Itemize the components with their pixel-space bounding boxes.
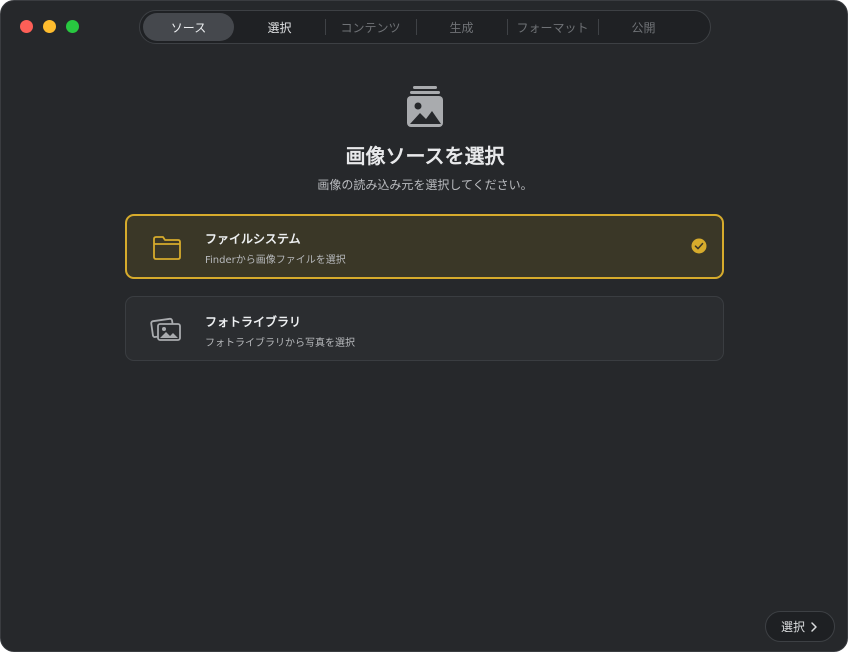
step-tab-bar: ソース 選択 コンテンツ 生成 フォーマット 公開: [139, 10, 711, 44]
photos-icon: [150, 317, 181, 341]
tab-select[interactable]: 選択: [234, 13, 325, 41]
chevron-right-icon: [811, 621, 817, 632]
select-button-label: 選択: [780, 620, 805, 634]
tab-format[interactable]: フォーマット: [507, 13, 598, 41]
photo-stack-icon: [407, 86, 443, 127]
close-window-button[interactable]: [20, 20, 33, 33]
page-subtitle: 画像の読み込み元を選択してください。: [317, 178, 533, 192]
checkmark-circle-icon: [691, 238, 707, 254]
folder-icon: [153, 236, 181, 260]
tab-content[interactable]: コンテンツ: [325, 13, 416, 41]
zoom-window-button[interactable]: [66, 20, 79, 33]
tab-publish[interactable]: 公開: [598, 13, 689, 41]
window-controls: [20, 20, 79, 33]
tab-source[interactable]: ソース: [143, 13, 234, 41]
tab-generate[interactable]: 生成: [416, 13, 507, 41]
option-title: ファイルシステム: [205, 232, 301, 246]
minimize-window-button[interactable]: [43, 20, 56, 33]
option-description: フォトライブラリから写真を選択: [205, 338, 355, 349]
option-file-system[interactable]: ファイルシステム Finderから画像ファイルを選択: [125, 214, 724, 279]
option-description: Finderから画像ファイルを選択: [205, 255, 346, 266]
app-window: ソース 選択 コンテンツ 生成 フォーマット 公開 画像ソースを選択 画像の読み…: [0, 0, 848, 652]
option-title: フォトライブラリ: [205, 315, 302, 329]
page-title: 画像ソースを選択: [345, 144, 505, 168]
option-photo-library[interactable]: フォトライブラリ フォトライブラリから写真を選択: [125, 296, 724, 361]
select-button[interactable]: 選択: [765, 611, 835, 642]
